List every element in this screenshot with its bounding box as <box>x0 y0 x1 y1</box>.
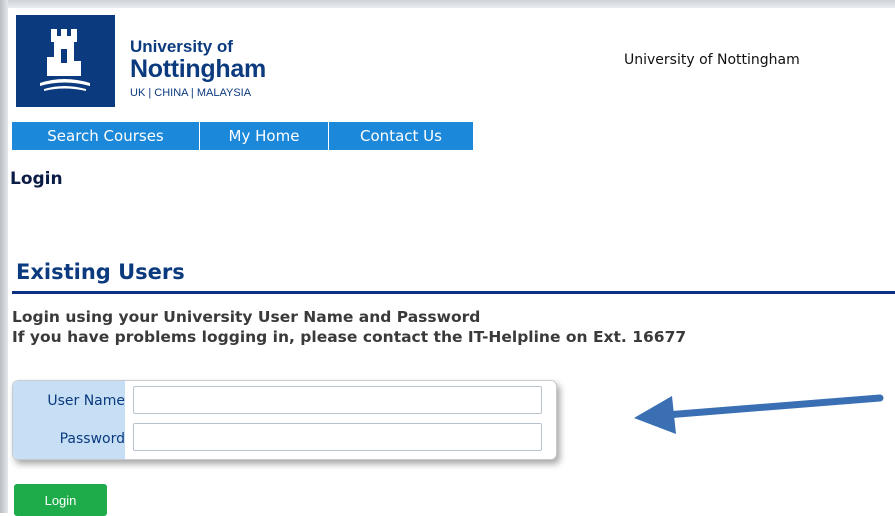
login-instructions: Login using your University User Name an… <box>12 307 895 347</box>
page-title: Login <box>10 169 63 189</box>
logo-line-university-of: University of <box>130 37 233 56</box>
main-nav: Search Courses My Home Contact Us <box>12 122 474 150</box>
username-label: User Name <box>47 393 125 409</box>
login-button[interactable]: Login <box>14 484 107 516</box>
nav-item-contact-us[interactable]: Contact Us <box>329 122 474 150</box>
header-title: University of Nottingham <box>624 52 800 68</box>
nav-item-my-home[interactable]: My Home <box>200 122 329 150</box>
instruction-line-helpline: If you have problems logging in, please … <box>12 328 687 346</box>
nav-item-search-courses[interactable]: Search Courses <box>12 122 200 150</box>
arrow-left-icon <box>634 394 884 434</box>
section-divider <box>12 291 895 294</box>
logo-line-campuses: UK | CHINA | MALAYSIA <box>130 87 252 99</box>
password-label: Password <box>59 431 125 447</box>
logo-line-nottingham: Nottingham <box>130 55 266 83</box>
password-input[interactable] <box>133 423 542 451</box>
window-frame-top <box>0 0 895 8</box>
username-input[interactable] <box>133 386 542 414</box>
instruction-line-credentials: Login using your University User Name an… <box>12 308 481 326</box>
university-wordmark: University of Nottingham UK | CHINA | MA… <box>130 38 266 100</box>
university-logo-icon[interactable] <box>16 15 115 107</box>
login-form: User Name Password <box>12 380 557 460</box>
existing-users-heading: Existing Users <box>16 260 185 284</box>
login-page: University of Nottingham UK | CHINA | MA… <box>8 8 895 516</box>
window-frame-left <box>0 0 8 513</box>
